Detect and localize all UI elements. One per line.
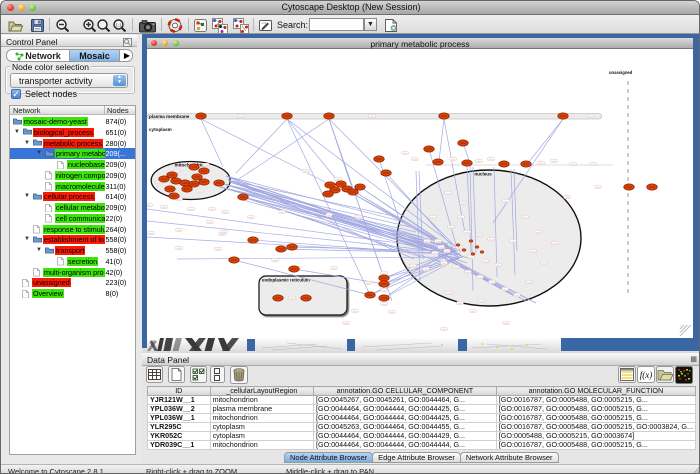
svg-text:nucleus: nucleus	[474, 172, 492, 177]
svg-text:1:1: 1:1	[115, 23, 122, 28]
svg-text:plasma membrane: plasma membrane	[149, 114, 190, 119]
svg-text:unassigned: unassigned	[609, 70, 633, 75]
svg-text:cytoplasm: cytoplasm	[149, 127, 172, 132]
svg-text:endoplasmic reticulum: endoplasmic reticulum	[262, 278, 310, 283]
svg-text:f(x): f(x)	[640, 370, 653, 380]
